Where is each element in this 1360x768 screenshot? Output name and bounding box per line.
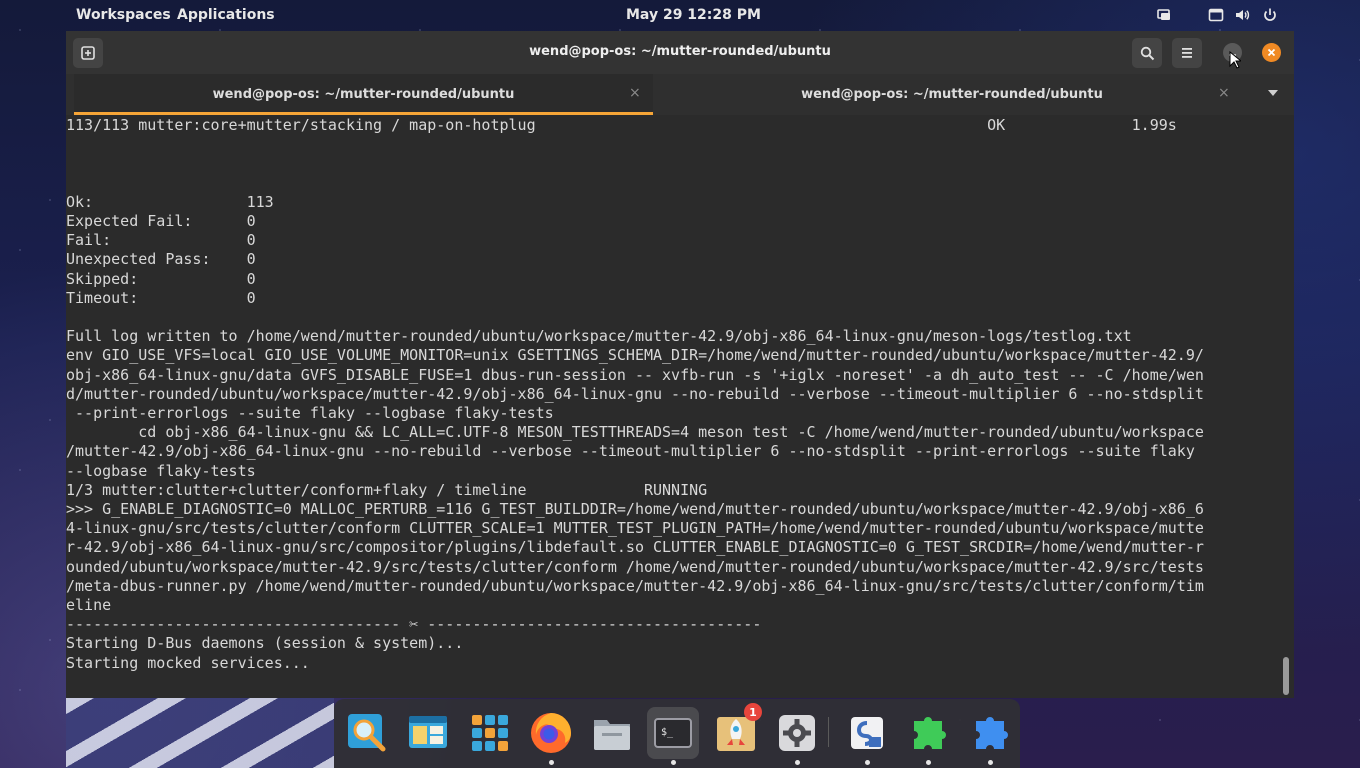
gear-icon bbox=[779, 715, 815, 751]
tab-close-button[interactable]: × bbox=[1218, 85, 1230, 101]
dock-item-firefox[interactable] bbox=[525, 707, 577, 765]
app-grid-icon bbox=[472, 715, 508, 751]
window-title: wend@pop-os: ~/mutter-rounded/ubuntu bbox=[529, 44, 831, 59]
dock-item-extension-manager[interactable] bbox=[964, 707, 1016, 765]
dock-item-files[interactable] bbox=[586, 707, 638, 759]
header-bar: wend@pop-os: ~/mutter-rounded/ubuntu bbox=[66, 31, 1294, 74]
scrollbar-thumb[interactable] bbox=[1283, 657, 1289, 695]
search-icon bbox=[1140, 46, 1154, 60]
dock-item-system-monitor[interactable] bbox=[841, 707, 893, 765]
dock-item-pop-shop[interactable]: 1 bbox=[710, 703, 762, 759]
monitor-icon bbox=[851, 717, 883, 749]
search-button[interactable] bbox=[1132, 38, 1162, 68]
dock-item-extensions[interactable] bbox=[902, 707, 954, 765]
notification-badge: 1 bbox=[744, 703, 762, 721]
tab-label: wend@pop-os: ~/mutter-rounded/ubuntu bbox=[801, 87, 1103, 102]
volume-icon[interactable] bbox=[1234, 7, 1250, 23]
running-indicator bbox=[671, 760, 676, 765]
wallpaper-stripes bbox=[66, 698, 334, 768]
magnifier-icon bbox=[348, 714, 386, 752]
terminal-icon: $_ bbox=[654, 718, 692, 748]
tab-label: wend@pop-os: ~/mutter-rounded/ubuntu bbox=[212, 87, 515, 102]
tab-bar: wend@pop-os: ~/mutter-rounded/ubuntu × w… bbox=[66, 74, 1294, 115]
dock-item-search[interactable] bbox=[341, 707, 393, 759]
terminal-output[interactable]: 113/113 mutter:core+mutter/stacking / ma… bbox=[66, 115, 1294, 698]
running-indicator bbox=[865, 760, 870, 765]
clock[interactable]: May 29 12:28 PM bbox=[626, 7, 761, 23]
firefox-icon bbox=[531, 713, 571, 753]
top-panel: Workspaces Applications May 29 12:28 PM bbox=[0, 0, 1360, 31]
window-icon[interactable] bbox=[1208, 7, 1224, 23]
mouse-pointer-icon bbox=[1229, 51, 1241, 69]
close-icon bbox=[1267, 48, 1276, 57]
dock-item-terminal[interactable]: $_ bbox=[647, 707, 699, 765]
running-indicator bbox=[926, 760, 931, 765]
screen-share-icon[interactable] bbox=[1156, 7, 1172, 23]
applications-button[interactable]: Applications bbox=[177, 7, 275, 23]
running-indicator bbox=[795, 760, 800, 765]
window-layout-icon bbox=[409, 716, 447, 748]
menu-button[interactable] bbox=[1172, 38, 1202, 68]
running-indicator bbox=[549, 760, 554, 765]
dock: $_ 1 bbox=[334, 699, 1020, 768]
dock-item-app-grid[interactable] bbox=[464, 707, 516, 759]
tab-1[interactable]: wend@pop-os: ~/mutter-rounded/ubuntu × bbox=[74, 74, 653, 115]
dock-item-settings[interactable] bbox=[771, 707, 823, 765]
power-icon[interactable] bbox=[1262, 7, 1278, 23]
running-indicator bbox=[988, 760, 993, 765]
svg-text:$_: $_ bbox=[661, 727, 674, 738]
close-button[interactable] bbox=[1262, 43, 1281, 62]
tab-list-chevron-icon[interactable] bbox=[1268, 90, 1278, 96]
workspaces-button[interactable]: Workspaces bbox=[76, 7, 171, 23]
green-puzzle-icon bbox=[914, 717, 946, 749]
terminal-window: wend@pop-os: ~/mutter-rounded/ubuntu wen… bbox=[66, 31, 1294, 698]
dock-item-workspaces[interactable] bbox=[402, 707, 454, 759]
dock-separator bbox=[828, 717, 829, 747]
folder-icon bbox=[594, 720, 630, 750]
blue-puzzle-icon bbox=[976, 717, 1008, 749]
menu-icon bbox=[1182, 48, 1192, 58]
tab-2[interactable]: wend@pop-os: ~/mutter-rounded/ubuntu × bbox=[662, 74, 1242, 115]
tab-close-button[interactable]: × bbox=[629, 85, 641, 101]
terminal-text: 113/113 mutter:core+mutter/stacking / ma… bbox=[66, 116, 1204, 672]
